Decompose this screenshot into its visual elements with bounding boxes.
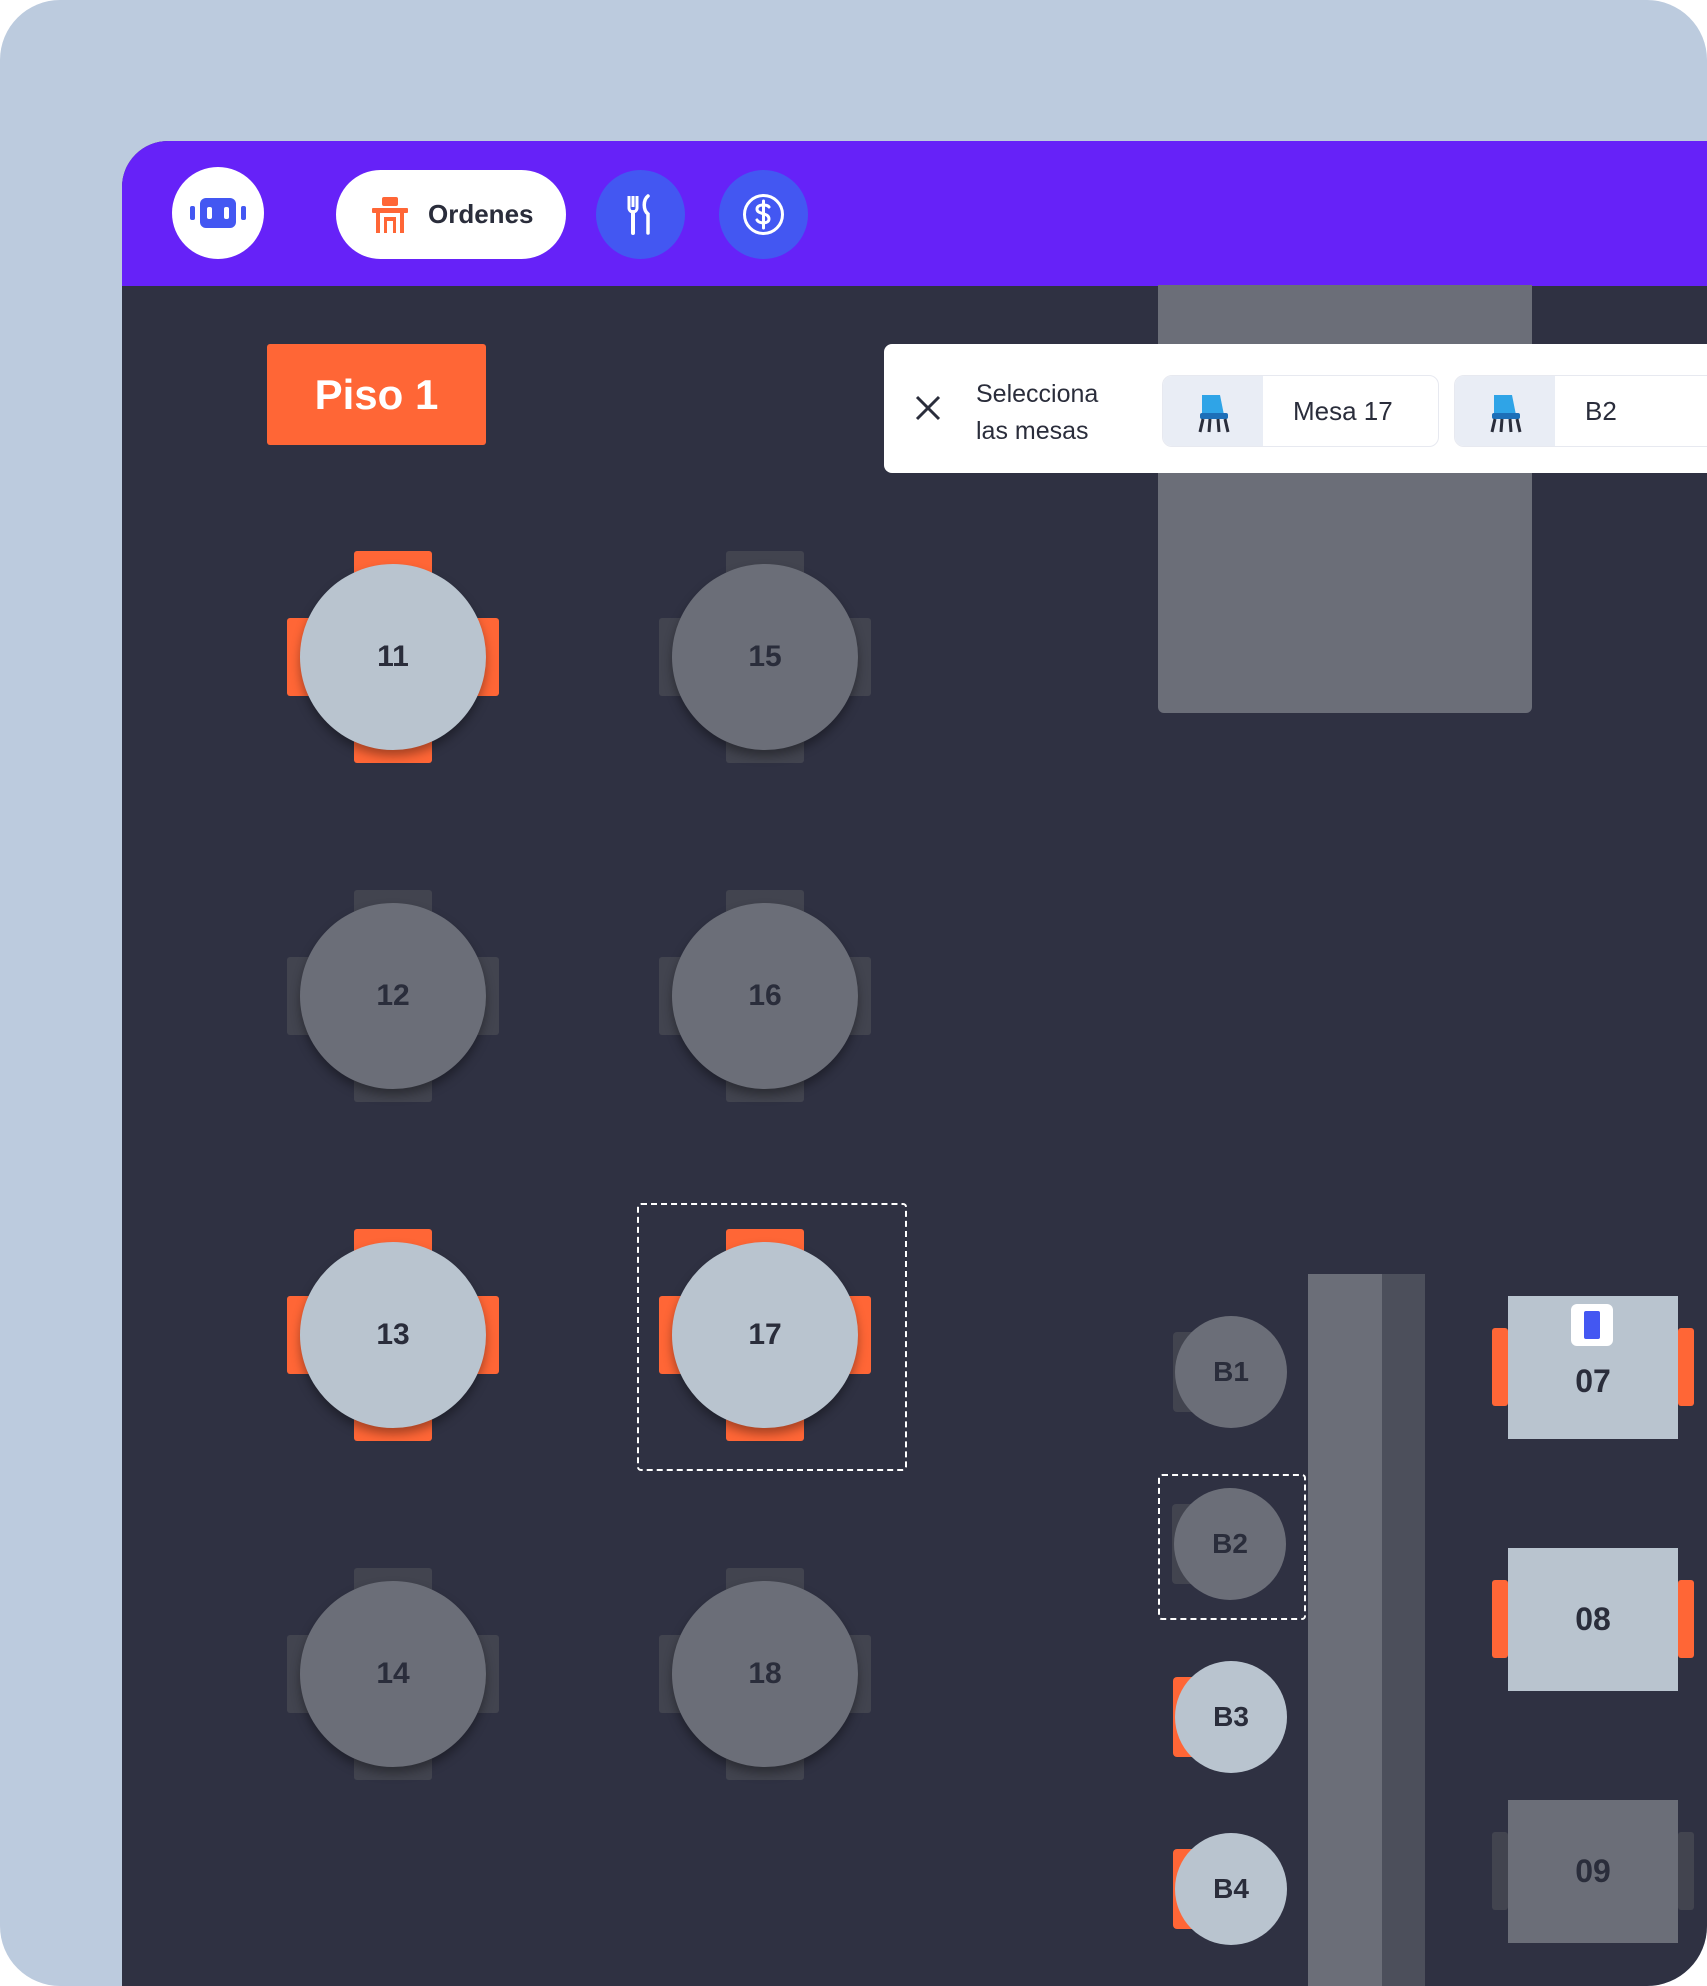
menu-button[interactable] xyxy=(596,170,685,259)
table-label: 17 xyxy=(672,1242,858,1428)
table-label: 16 xyxy=(672,903,858,1089)
ordenes-button[interactable]: Ordenes xyxy=(336,170,566,259)
chair xyxy=(1678,1580,1694,1658)
ordenes-label: Ordenes xyxy=(428,199,534,229)
bar-counter xyxy=(1308,1274,1382,1986)
robot-logo-icon xyxy=(190,198,246,228)
dollar-icon xyxy=(743,194,784,235)
table-selection-panel: Selecciona las mesas Mesa 17 B2 xyxy=(884,344,1707,473)
close-icon[interactable] xyxy=(914,394,942,422)
chair-icon xyxy=(1490,395,1522,433)
app-window: Ordenes Piso 1 Selecciona las mesas Mesa… xyxy=(122,141,1707,1986)
chair-icon xyxy=(1198,395,1230,433)
table-08[interactable]: 08 xyxy=(1492,1548,1694,1691)
table-label: 12 xyxy=(300,903,486,1089)
seat-label: B1 xyxy=(1175,1316,1287,1428)
floor-selector[interactable]: Piso 1 xyxy=(267,344,486,445)
table-label: 07 xyxy=(1575,1363,1611,1399)
chip-label: Mesa 17 xyxy=(1293,396,1393,426)
seat-label: B4 xyxy=(1175,1833,1287,1945)
seat-label: B2 xyxy=(1174,1488,1286,1600)
chair xyxy=(1492,1832,1508,1910)
table-07[interactable]: 07 xyxy=(1492,1296,1694,1439)
chair xyxy=(1492,1580,1508,1658)
table-09[interactable]: 09 xyxy=(1492,1800,1694,1943)
chair xyxy=(1678,1328,1694,1406)
logo-button[interactable] xyxy=(172,167,264,259)
table-label: 13 xyxy=(300,1242,486,1428)
table-label: 08 xyxy=(1575,1601,1611,1637)
top-navigation-bar: Ordenes xyxy=(122,141,1707,286)
selected-table-chip[interactable]: Mesa 17 xyxy=(1162,375,1439,447)
chair xyxy=(1678,1832,1694,1910)
chip-label: B2 xyxy=(1585,396,1617,426)
seat-label: B3 xyxy=(1175,1661,1287,1773)
chair xyxy=(1492,1328,1508,1406)
cutlery-icon xyxy=(627,194,650,235)
selection-title: Selecciona las mesas xyxy=(976,380,1099,445)
table-label: 11 xyxy=(300,564,486,750)
bar-counter-shadow xyxy=(1382,1274,1425,1986)
table-label: 09 xyxy=(1575,1853,1611,1889)
table-label: 18 xyxy=(672,1581,858,1767)
phone-order-icon xyxy=(1571,1304,1613,1346)
table-label: 15 xyxy=(672,564,858,750)
selected-table-chip[interactable]: B2 xyxy=(1454,375,1707,447)
table-icon xyxy=(372,196,408,233)
outer-frame: Ordenes Piso 1 Selecciona las mesas Mesa… xyxy=(0,0,1707,1986)
table-label: 14 xyxy=(300,1581,486,1767)
payments-button[interactable] xyxy=(719,170,808,259)
